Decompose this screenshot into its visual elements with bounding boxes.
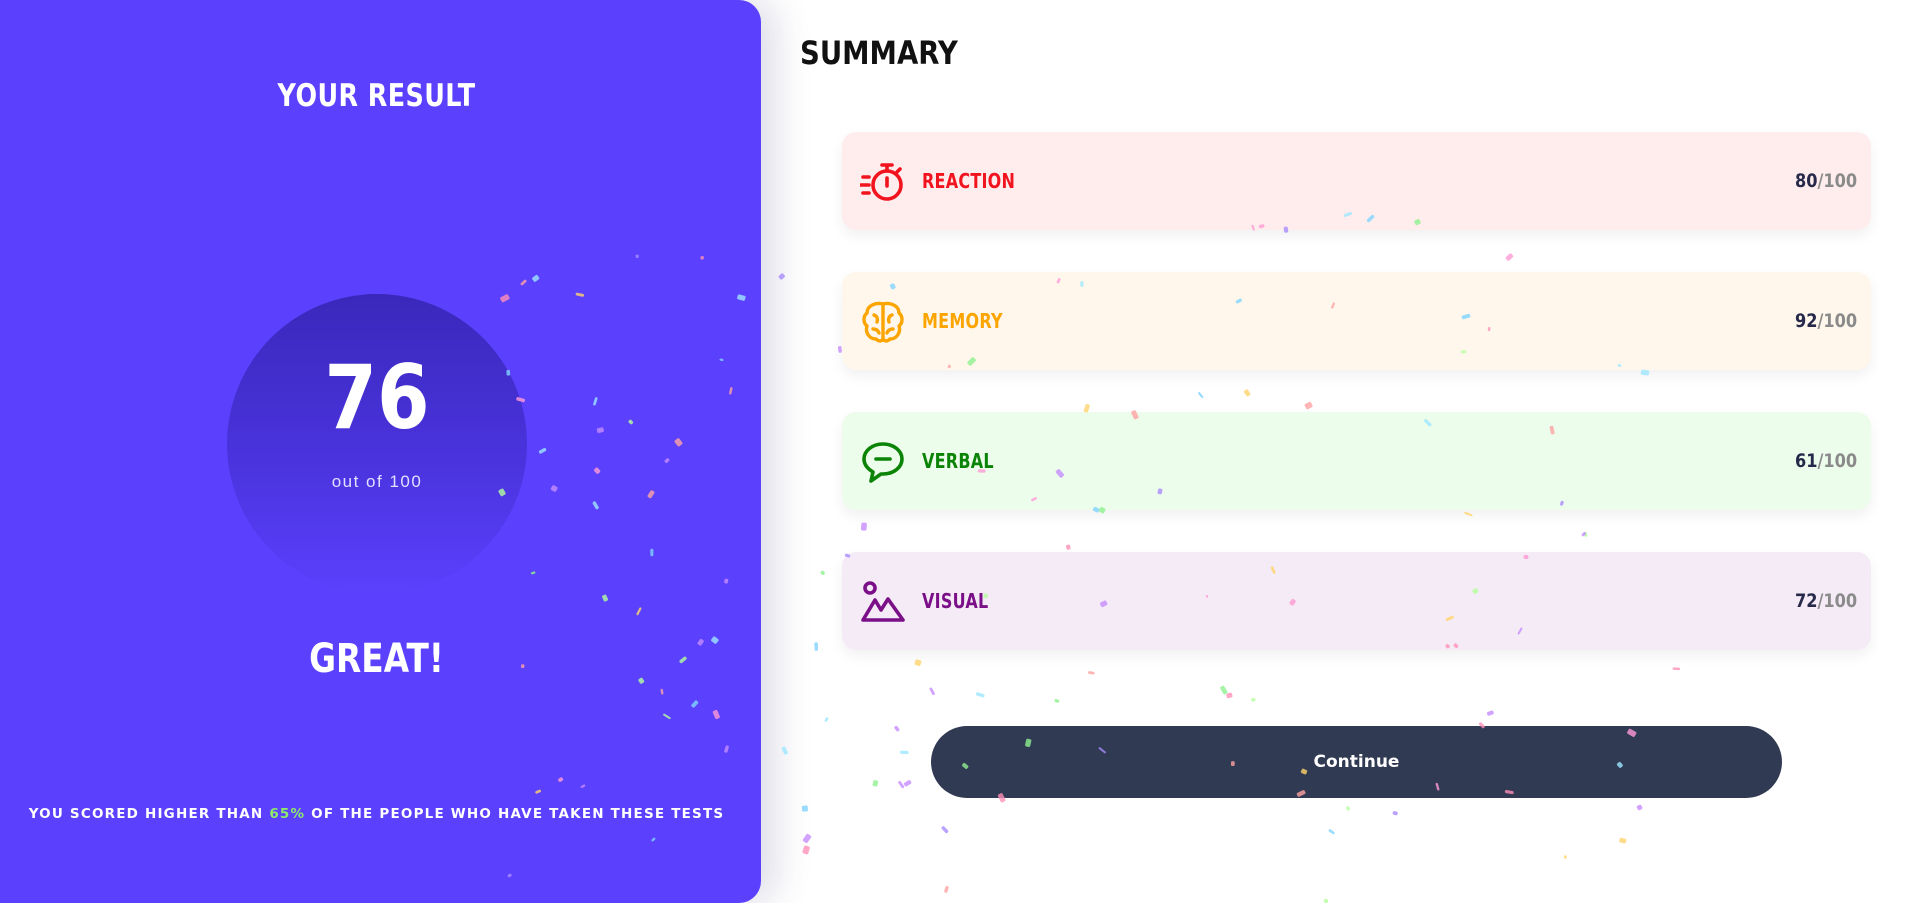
confetti-piece bbox=[778, 273, 785, 280]
confetti-piece bbox=[1581, 532, 1586, 537]
confetti-piece bbox=[1505, 253, 1514, 261]
confetti-piece bbox=[900, 750, 909, 755]
confetti-piece bbox=[1619, 837, 1627, 844]
confetti-piece bbox=[903, 780, 912, 787]
confetti-piece bbox=[929, 687, 935, 696]
summary-card-verbal: VERBAL 61/100 bbox=[842, 412, 1871, 510]
confetti-piece bbox=[1346, 806, 1350, 811]
score-number: 72 bbox=[1794, 590, 1818, 612]
summary-card-reaction: REACTION 80/100 bbox=[842, 132, 1871, 230]
confetti-piece bbox=[801, 805, 808, 812]
score-number: 80 bbox=[1794, 170, 1818, 192]
image-icon bbox=[860, 579, 906, 625]
confetti-piece bbox=[1220, 685, 1228, 695]
confetti-piece bbox=[898, 780, 905, 789]
summary-card-memory: MEMORY 92/100 bbox=[842, 272, 1871, 370]
confetti-piece bbox=[814, 642, 819, 651]
percentile-text: YOU SCORED HIGHER THAN 65% OF THE PEOPLE… bbox=[0, 806, 753, 822]
verdict-text: GREAT! bbox=[309, 636, 444, 682]
brain-icon bbox=[860, 299, 906, 345]
confetti-piece bbox=[1243, 389, 1251, 397]
confetti-piece bbox=[781, 746, 788, 755]
summary-label-reaction: REACTION bbox=[922, 169, 1016, 193]
confetti-piece bbox=[944, 885, 949, 893]
score-number: 61 bbox=[1794, 450, 1818, 472]
confetti-piece bbox=[1251, 697, 1256, 702]
confetti-piece bbox=[975, 692, 985, 698]
confetti-piece bbox=[894, 725, 900, 732]
summary-title: SUMMARY bbox=[800, 34, 958, 72]
score-max: /100 bbox=[1817, 450, 1857, 472]
confetti-piece bbox=[1088, 671, 1095, 675]
score-caption: out of 100 bbox=[331, 472, 423, 491]
confetti-piece bbox=[1328, 829, 1335, 835]
summary-card-visual: VISUAL 72/100 bbox=[842, 552, 1871, 650]
score-number: 92 bbox=[1794, 310, 1818, 332]
score-value: 76 bbox=[324, 346, 430, 449]
result-panel: YOUR RESULT 76 out of 100 GREAT! YOU SCO… bbox=[0, 0, 761, 903]
confetti-piece bbox=[1486, 710, 1494, 716]
confetti-piece bbox=[1672, 667, 1681, 671]
confetti-piece bbox=[1583, 531, 1588, 537]
speech-bubble-icon bbox=[860, 439, 906, 485]
confetti-piece bbox=[802, 845, 810, 855]
confetti-piece bbox=[941, 826, 949, 834]
summary-label-visual: VISUAL bbox=[922, 589, 989, 613]
confetti-piece bbox=[872, 780, 879, 787]
confetti-piece bbox=[1323, 898, 1329, 903]
confetti-piece bbox=[1464, 511, 1473, 517]
percentile-prefix: YOU SCORED HIGHER THAN bbox=[28, 806, 270, 822]
confetti-piece bbox=[1640, 369, 1650, 376]
confetti-piece bbox=[1392, 811, 1398, 816]
confetti-piece bbox=[1066, 544, 1071, 550]
percentile-suffix: OF THE PEOPLE WHO HAVE TAKEN THESE TESTS bbox=[305, 806, 725, 822]
confetti-piece bbox=[824, 717, 829, 722]
summary-score-verbal: 61/100 bbox=[1795, 450, 1857, 472]
summary-score-reaction: 80/100 bbox=[1795, 170, 1857, 192]
summary-label-memory: MEMORY bbox=[922, 309, 1003, 333]
confetti-piece bbox=[1226, 692, 1233, 699]
confetti-piece bbox=[914, 659, 922, 667]
summary-score-memory: 92/100 bbox=[1795, 310, 1857, 332]
score-max: /100 bbox=[1817, 310, 1857, 332]
confetti-piece bbox=[1636, 804, 1643, 811]
confetti-piece bbox=[1564, 855, 1567, 859]
stopwatch-icon bbox=[859, 159, 906, 205]
score-max: /100 bbox=[1817, 590, 1857, 612]
confetti-piece bbox=[1198, 392, 1204, 399]
confetti-piece bbox=[802, 833, 812, 844]
result-title: YOUR RESULT bbox=[277, 78, 476, 114]
summary-score-visual: 72/100 bbox=[1795, 590, 1857, 612]
confetti-piece bbox=[1054, 698, 1060, 703]
percentile-value: 65% bbox=[269, 806, 306, 822]
confetti-piece bbox=[860, 522, 867, 531]
confetti-piece bbox=[1304, 401, 1313, 410]
continue-button[interactable]: Continue bbox=[931, 726, 1782, 798]
summary-label-verbal: VERBAL bbox=[922, 449, 994, 473]
score-max: /100 bbox=[1817, 170, 1857, 192]
confetti-piece bbox=[820, 570, 825, 576]
score-circle: 76 out of 100 bbox=[227, 294, 527, 594]
